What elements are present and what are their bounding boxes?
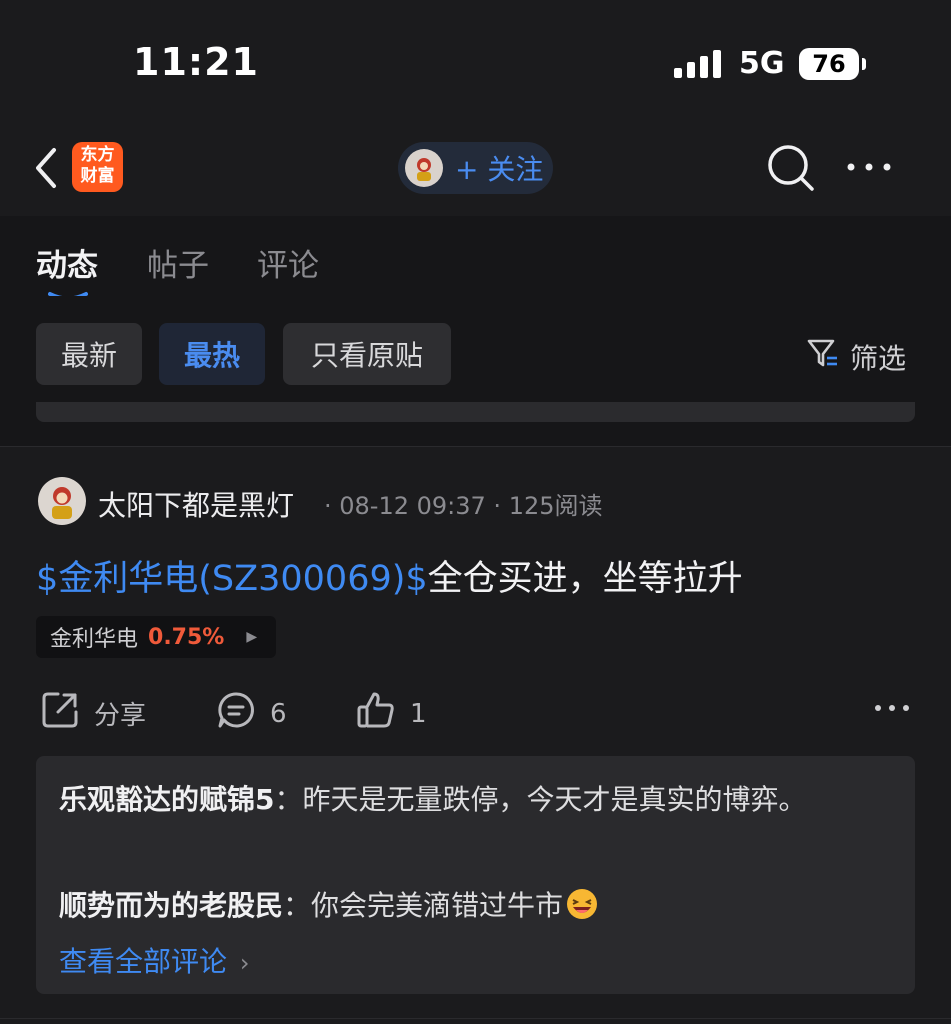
thumbs-up-icon [356, 690, 396, 737]
more-icon[interactable] [846, 155, 892, 179]
comment-text: 昨天是无量跌停，今天才是真实的博弈。 [302, 783, 807, 816]
filter-hottest[interactable]: 最热 [159, 323, 265, 385]
share-label: 分享 [94, 701, 147, 731]
follow-button[interactable]: + 关注 [398, 142, 553, 194]
battery-tip [862, 58, 866, 70]
view-all-label: 查看全部评论 [59, 945, 228, 978]
status-time: 11:21 [133, 40, 259, 84]
post-reads: 125阅读 [508, 492, 603, 520]
chevron-right-icon: › [239, 949, 250, 977]
logo-line-1: 东方 [80, 145, 115, 165]
post-more-icon[interactable] [874, 698, 910, 718]
like-count: 1 [410, 698, 427, 729]
filter-original-only[interactable]: 只看原贴 [283, 323, 451, 385]
comment-text: 你会完美滴错过牛市 [311, 889, 564, 922]
stock-link[interactable]: $金利华电(SZ300069)$ [36, 559, 428, 599]
app-logo[interactable]: 东方 财富 [72, 142, 123, 192]
share-icon [40, 690, 80, 737]
tab-active-indicator [48, 286, 88, 301]
divider [0, 446, 951, 447]
post-content[interactable]: $金利华电(SZ300069)$全仓买进，坐等拉升 [36, 550, 743, 601]
logo-line-2: 财富 [80, 166, 115, 186]
filter-label: 筛选 [850, 341, 907, 375]
tab-dynamics[interactable]: 动态 [36, 240, 98, 285]
tab-bar [0, 216, 951, 296]
view-all-comments-link[interactable]: 查看全部评论 › [59, 940, 250, 980]
comment-user[interactable]: 顺势而为的老股民 [59, 889, 283, 922]
comment-item[interactable]: 顺势而为的老股民：你会完美滴错过牛市 [59, 884, 599, 928]
network-type: 5G [739, 46, 785, 81]
tab-comments[interactable]: 评论 [257, 240, 319, 285]
filter-latest[interactable]: 最新 [36, 323, 142, 385]
filter-button[interactable]: 筛选 [806, 336, 906, 377]
triangle-right-icon: ▶ [246, 629, 258, 645]
post-date: 08-12 09:37 [339, 492, 486, 520]
battery-icon: 76 [799, 48, 859, 80]
comment-button[interactable]: 6 [216, 690, 287, 737]
comment-item[interactable]: 乐观豁达的赋锦5：昨天是无量跌停，今天才是真实的博弈。 [59, 778, 807, 818]
like-button[interactable]: 1 [356, 690, 427, 737]
stock-tag-change: 0.75% [148, 624, 225, 650]
share-button[interactable]: 分享 [40, 690, 146, 737]
stock-tag[interactable]: 金利华电 0.75% ▶ [36, 616, 276, 658]
user-avatar [405, 149, 443, 187]
comment-count: 6 [270, 698, 287, 729]
author-name[interactable]: 太阳下都是黑灯 [98, 484, 294, 524]
comment-user[interactable]: 乐观豁达的赋锦5 [59, 783, 274, 816]
cellular-signal-icon [674, 50, 721, 78]
comment-separator: ： [283, 889, 312, 922]
comment-separator: ： [274, 783, 303, 816]
previous-card-edge [36, 402, 915, 422]
divider [0, 1018, 951, 1019]
comment-icon [216, 690, 256, 737]
laughing-emoji-icon [565, 887, 599, 928]
author-avatar[interactable] [38, 477, 86, 525]
battery-level: 76 [812, 50, 846, 78]
follow-label: + 关注 [455, 153, 544, 186]
tab-posts[interactable]: 帖子 [147, 240, 209, 285]
filter-icon [806, 336, 840, 377]
search-icon[interactable] [766, 143, 816, 193]
post-text: 全仓买进，坐等拉升 [427, 559, 743, 599]
stock-tag-name: 金利华电 [50, 627, 139, 652]
post-meta: · 08-12 09:37 · 125阅读 [324, 492, 603, 520]
back-icon[interactable] [30, 146, 70, 190]
